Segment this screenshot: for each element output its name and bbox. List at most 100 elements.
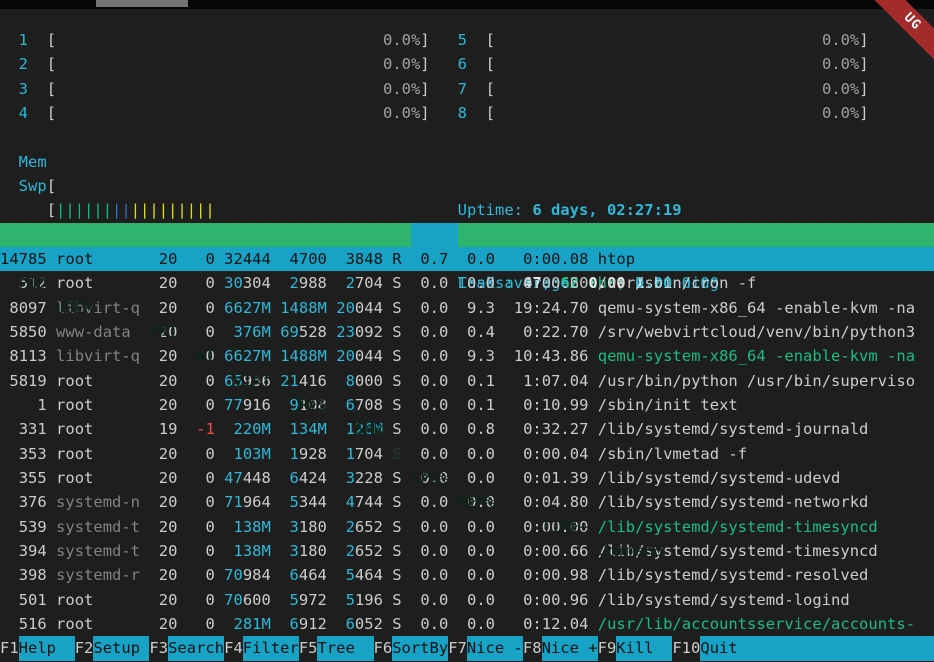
virt-cell: 47448	[224, 466, 271, 490]
process-row-516[interactable]: 516root200281M69126052S0.00.00:12.04/usr…	[0, 612, 934, 636]
fkey-sortby-button[interactable]: F6SortBy	[374, 636, 449, 660]
process-row-512[interactable]: 512root2003030429882704S0.00.00:00.60/us…	[0, 271, 934, 295]
fkey-label: Search	[168, 636, 224, 660]
fkey-filter-button[interactable]: F4Filter	[224, 636, 299, 660]
nice-cell: 0	[187, 296, 215, 320]
process-row-8113[interactable]: 8113libvirt-q2006627M1488M20044S0.09.310…	[0, 344, 934, 368]
process-row-5819[interactable]: 5819root20065936214168000S0.00.11:07.04/…	[0, 369, 934, 393]
virt-cell: 30304	[224, 271, 271, 295]
col-header-res[interactable]: RES	[280, 393, 327, 417]
process-row-1[interactable]: 1root2007791691086708S0.00.10:10.99/sbin…	[0, 393, 934, 417]
process-row-14785[interactable]: 14785root2003244447003848R0.70.00:00.08h…	[0, 247, 934, 271]
cpu-percent-cell: 0.0	[411, 296, 448, 320]
process-row-398[interactable]: 398systemd-r2007098464645464S0.00.00:00.…	[0, 563, 934, 587]
process-row-331[interactable]: 331root19-1220M134M126MS0.00.80:32.27/li…	[0, 417, 934, 441]
col-header-pri[interactable]: PRI	[149, 320, 177, 344]
res-cell: 3180	[280, 515, 327, 539]
pid-cell: 331	[0, 417, 47, 441]
res-cell: 5972	[280, 588, 327, 612]
state-cell: S	[392, 612, 401, 636]
priority-cell: 20	[149, 247, 177, 271]
priority-cell: 20	[149, 393, 177, 417]
virt-cell: 70600	[224, 588, 271, 612]
time-cell: 0:00.66	[504, 539, 588, 563]
process-row-8097[interactable]: 8097libvirt-q2006627M1488M20044S0.09.319…	[0, 296, 934, 320]
col-header-ni[interactable]: NI	[187, 344, 215, 368]
meter-bracket-open: [	[47, 28, 56, 52]
value-prefix: 70	[224, 566, 243, 584]
fkey-search-button[interactable]: F3Search	[149, 636, 224, 660]
fkey-label: SortBy	[392, 636, 448, 660]
col-header-command[interactable]: Command	[598, 539, 925, 563]
priority-cell: 20	[149, 490, 177, 514]
virt-cell: 77916	[224, 393, 271, 417]
value-suffix: 972	[299, 591, 327, 609]
priority-cell: 20	[149, 515, 177, 539]
fkey-label: Nice +	[542, 636, 598, 660]
fkey-number: F7	[448, 636, 467, 660]
res-cell: 3180	[280, 539, 327, 563]
col-header-virt[interactable]: VIRT	[224, 369, 271, 393]
col-header-time[interactable]: TIME+	[504, 515, 588, 539]
shr-cell: 23092	[336, 320, 383, 344]
pid-cell: 539	[0, 515, 47, 539]
fkey-nice--button[interactable]: F7Nice -	[448, 636, 523, 660]
command-cell: htop	[598, 247, 925, 271]
nice-cell: 0	[187, 612, 215, 636]
nice-cell: 0	[187, 271, 215, 295]
process-row-355[interactable]: 355root2004744864243228S0.00.00:01.39/li…	[0, 466, 934, 490]
time-cell: 10:43.86	[504, 344, 588, 368]
cpu-meter-line: 2[0.0%]6[0.0%]	[0, 52, 934, 76]
state-cell: S	[392, 344, 401, 368]
value-prefix: 69	[280, 323, 299, 341]
command-cell: /usr/lib/accountsservice/accounts-	[598, 612, 925, 636]
col-header-pid[interactable]: PID	[0, 271, 47, 295]
time-cell: 0:32.27	[504, 417, 588, 441]
fkey-number: F10	[672, 636, 700, 660]
value-prefix: 5	[290, 493, 299, 511]
fkey-help-button[interactable]: F1Help	[0, 636, 75, 660]
value-prefix: 8	[346, 372, 355, 390]
value-prefix: 220M	[234, 420, 271, 438]
fkey-setup-button[interactable]: F2Setup	[75, 636, 150, 660]
process-row-539[interactable]: 539systemd-t200138M31802652S0.00.00:00.0…	[0, 515, 934, 539]
value-suffix: 528	[299, 323, 327, 341]
col-header-user[interactable]: USER	[56, 296, 140, 320]
fkey-nice--button[interactable]: F8Nice +	[523, 636, 598, 660]
value-prefix: 6627M	[224, 347, 271, 365]
cpu-meter-line: 1[0.0%]5[0.0%]	[0, 28, 934, 52]
process-row-5850[interactable]: 5850www-data200376M6952823092S0.00.40:22…	[0, 320, 934, 344]
col-header-state[interactable]: S	[392, 442, 401, 466]
state-cell: S	[392, 296, 401, 320]
cpu-meter-value: 0.0%	[747, 52, 859, 76]
nice-cell: 0	[187, 515, 215, 539]
col-header-cpu[interactable]: CPU%	[411, 466, 448, 490]
virt-cell: 103M	[224, 442, 271, 466]
mem-bar-green: ||||||	[56, 201, 112, 219]
value-suffix: 652	[355, 518, 383, 536]
mem-percent-cell: 0.0	[458, 442, 495, 466]
col-header-shr[interactable]: SHR	[336, 417, 383, 441]
fkey-tree-button[interactable]: F5Tree	[299, 636, 374, 660]
value-suffix: 984	[243, 566, 271, 584]
col-header-mem[interactable]: MEM%	[458, 490, 495, 514]
fkey-kill-button[interactable]: F9Kill	[598, 636, 673, 660]
value-suffix: 912	[299, 615, 327, 633]
value-prefix: 138M	[234, 542, 271, 560]
process-row-501[interactable]: 501root2007060059725196S0.00.00:00.96/li…	[0, 588, 934, 612]
cpu-meter-label: 1	[19, 28, 28, 52]
priority-cell: 20	[149, 612, 177, 636]
meter-bracket-open: [	[486, 101, 495, 125]
htop-terminal: UG 1[0.0%]5[0.0%]2[0.0%]6[0.0%]3[0.0%]7[…	[0, 0, 934, 662]
shr-cell: 20044	[336, 344, 383, 368]
cpu-meter-value: 0.0%	[308, 28, 420, 52]
process-row-353[interactable]: 353root200103M19281704S0.00.00:00.04/sbi…	[0, 442, 934, 466]
fkey-quit-button[interactable]: F10Quit	[672, 636, 934, 660]
command-cell: /lib/systemd/systemd-networkd	[598, 490, 925, 514]
nice-cell: 0	[187, 466, 215, 490]
fkey-label: Kill	[616, 636, 672, 660]
state-cell: S	[392, 563, 401, 587]
fkey-number: F1	[0, 636, 19, 660]
mem-percent-cell: 0.0	[458, 466, 495, 490]
cpu-meter-label: 6	[458, 52, 467, 76]
